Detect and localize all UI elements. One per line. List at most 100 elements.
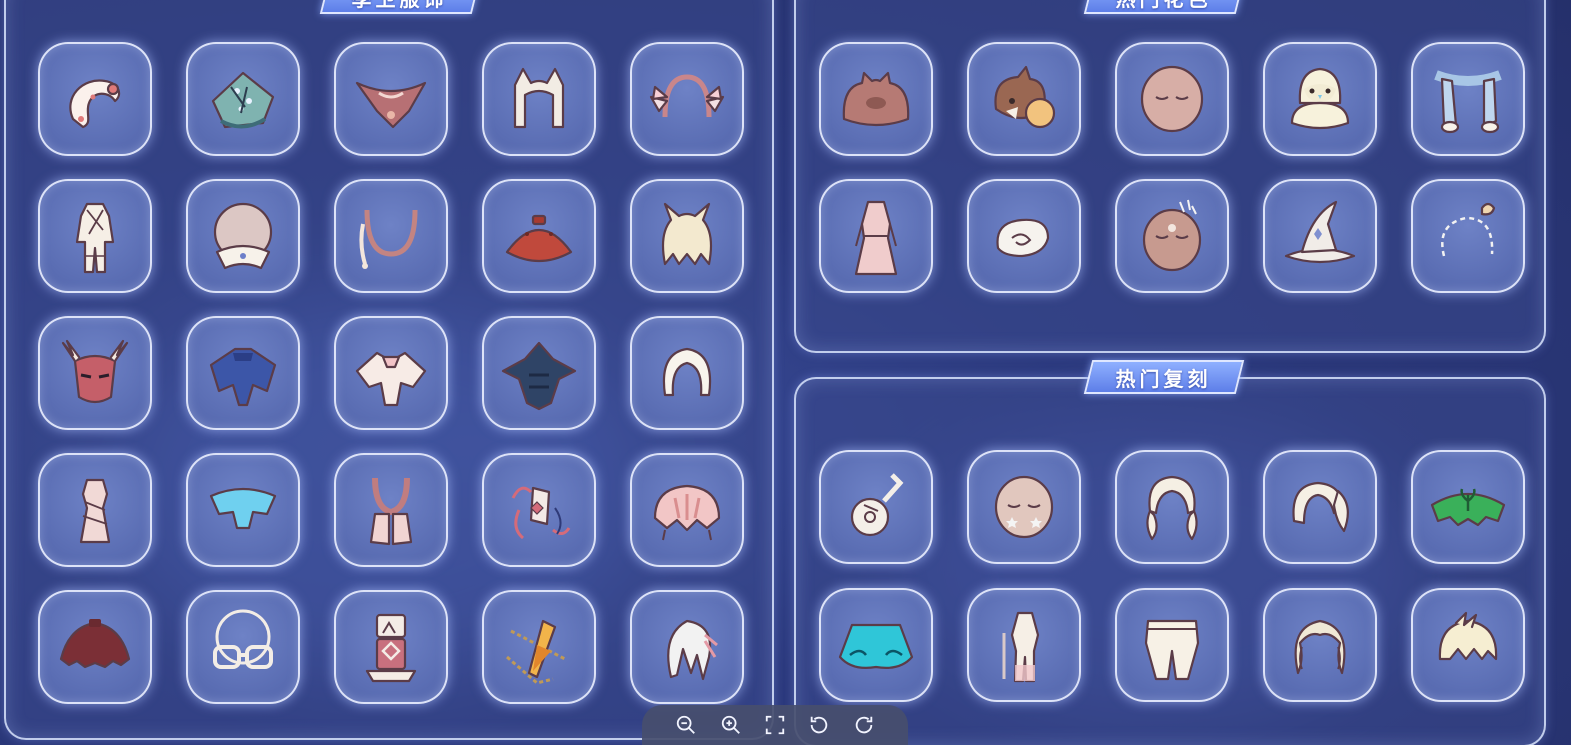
red-antler-mask-icon xyxy=(61,339,129,404)
item-tile[interactable] xyxy=(819,588,933,702)
pink-robe-outfit-icon xyxy=(854,200,898,276)
item-tile[interactable] xyxy=(186,590,300,704)
fullscreen-icon[interactable] xyxy=(762,712,788,738)
red-bird-wings-icon xyxy=(355,81,427,129)
long-white-hair-icon xyxy=(667,619,718,681)
cyan-wave-cape-icon xyxy=(838,623,914,669)
dark-wing-cape-icon xyxy=(501,341,577,411)
blue-cape-icon xyxy=(209,347,277,407)
item-tile[interactable] xyxy=(630,179,744,293)
white-cat-ears-hood-icon xyxy=(513,67,565,129)
item-tile[interactable] xyxy=(819,179,933,293)
maroon-cape-icon xyxy=(59,619,131,669)
star-face-mask-icon xyxy=(994,475,1054,539)
glasses-icon xyxy=(213,609,273,669)
pink-necklace-icon xyxy=(359,209,418,269)
witch-hat-icon xyxy=(1284,200,1356,264)
item-tile[interactable] xyxy=(1411,179,1525,293)
rotate-left-icon[interactable] xyxy=(806,712,832,738)
moon-face-mask-icon xyxy=(1142,199,1202,272)
item-tile[interactable] xyxy=(38,590,152,704)
item-tile[interactable] xyxy=(38,453,152,567)
zoom-out-icon[interactable] xyxy=(673,712,699,738)
item-tile[interactable] xyxy=(482,590,596,704)
white-penguin-hat-icon xyxy=(1290,67,1350,130)
item-tile[interactable] xyxy=(186,179,300,293)
image-viewer-toolbar xyxy=(642,705,908,745)
item-tile[interactable] xyxy=(967,179,1081,293)
item-tile[interactable] xyxy=(1263,42,1377,156)
item-tile[interactable] xyxy=(38,316,152,430)
curly-hair-icon xyxy=(1294,619,1346,675)
item-tile[interactable] xyxy=(38,42,152,156)
green-leaf-cape-icon xyxy=(1430,488,1506,527)
item-tile[interactable] xyxy=(1263,588,1377,702)
item-tile[interactable] xyxy=(1115,588,1229,702)
item-tile[interactable] xyxy=(334,179,448,293)
item-tile[interactable] xyxy=(1115,42,1229,156)
item-tile[interactable] xyxy=(630,316,744,430)
item-tile[interactable] xyxy=(967,42,1081,156)
twin-braid-hair-icon xyxy=(1146,475,1198,541)
item-tile[interactable] xyxy=(819,450,933,564)
item-tile[interactable] xyxy=(967,450,1081,564)
zoom-in-icon[interactable] xyxy=(718,712,744,738)
white-pants-icon xyxy=(1144,619,1200,681)
pink-shell-cape-icon xyxy=(653,484,721,541)
item-tile[interactable] xyxy=(967,588,1081,702)
light-blue-scarf-icon xyxy=(1434,70,1502,134)
gold-sword-icon xyxy=(506,619,566,685)
totem-prop-icon xyxy=(365,613,417,683)
side-ponytail-hair-icon xyxy=(1292,481,1349,533)
pink-scarf-icon xyxy=(369,477,413,546)
item-tile[interactable] xyxy=(186,453,300,567)
teal-blossom-cape-icon xyxy=(211,71,275,129)
pink-tunic-icon xyxy=(79,478,111,544)
season-outfits-title: 季卫服饰 xyxy=(319,0,481,16)
panel-title-text: 热门花色 xyxy=(1116,0,1212,16)
item-tile[interactable] xyxy=(819,42,933,156)
item-tile[interactable] xyxy=(630,453,744,567)
brown-frog-hat-icon xyxy=(842,71,910,127)
white-sword-outfit-icon xyxy=(1002,611,1040,683)
white-butterfly-cape-icon xyxy=(355,351,427,407)
short-white-hair-icon xyxy=(1438,611,1498,661)
item-tile[interactable] xyxy=(1263,179,1377,293)
rotate-right-icon[interactable] xyxy=(851,712,877,738)
item-tile[interactable] xyxy=(482,453,596,567)
bear-bee-plush-icon xyxy=(994,65,1056,129)
item-tile[interactable] xyxy=(334,453,448,567)
item-tile[interactable] xyxy=(334,42,448,156)
item-tile[interactable] xyxy=(482,316,596,430)
item-tile[interactable] xyxy=(1115,179,1229,293)
item-tile[interactable] xyxy=(630,42,744,156)
item-tile[interactable] xyxy=(186,42,300,156)
white-fox-tail-icon xyxy=(69,79,121,129)
item-tile[interactable] xyxy=(482,179,596,293)
guitar-icon xyxy=(850,473,904,537)
dashed-shell-hair-icon xyxy=(1441,202,1496,257)
cyan-cape-icon xyxy=(209,487,277,530)
item-tile[interactable] xyxy=(482,42,596,156)
item-tile[interactable] xyxy=(1263,450,1377,564)
popular-colors-title: 热门花色 xyxy=(1083,0,1245,16)
item-tile[interactable] xyxy=(1411,588,1525,702)
item-tile[interactable] xyxy=(334,316,448,430)
popular-rerun-title: 热门复刻 xyxy=(1083,360,1245,394)
white-outfit-icon xyxy=(75,202,115,274)
item-tile[interactable] xyxy=(1411,42,1525,156)
item-tile[interactable] xyxy=(38,179,152,293)
white-swirl-hair-icon xyxy=(996,218,1050,258)
item-tile[interactable] xyxy=(630,590,744,704)
cream-horned-hair-icon xyxy=(661,202,713,266)
pink-wing-headband-icon xyxy=(649,74,725,118)
item-tile[interactable] xyxy=(1411,450,1525,564)
panel-title-text: 热门复刻 xyxy=(1115,367,1212,391)
pink-round-mask-icon xyxy=(1140,65,1204,133)
item-tile[interactable] xyxy=(1115,450,1229,564)
red-cape-icon xyxy=(505,214,573,262)
item-tile[interactable] xyxy=(334,590,448,704)
round-hood-mask-icon xyxy=(213,202,273,270)
item-tile[interactable] xyxy=(186,316,300,430)
panel-title-text: 季卫服饰 xyxy=(352,0,448,16)
